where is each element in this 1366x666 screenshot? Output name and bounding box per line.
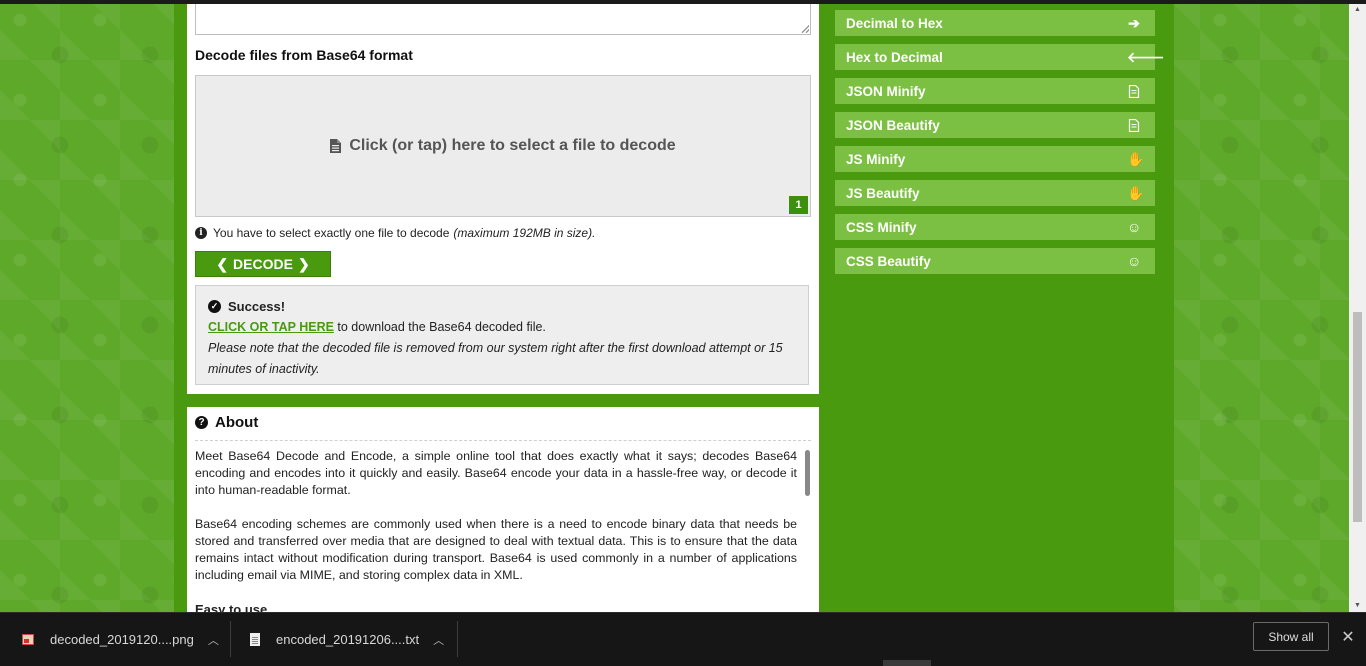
taskbar-indicator [883,660,931,666]
file-limit-info: i You have to select exactly one file to… [195,226,595,240]
scroll-up-arrow-icon[interactable]: ▲ [1349,4,1366,16]
decode-button[interactable]: ❮ DECODE ❯ [195,251,331,277]
sidebar-item-css-beautify[interactable]: CSS Beautify ☺ [835,248,1155,274]
decode-files-heading: Decode files from Base64 format [195,47,413,63]
file-code-icon [1128,118,1140,132]
text-input-area[interactable] [195,4,811,35]
smile-icon: ☺ [1127,253,1142,269]
smile-icon: ☺ [1127,219,1142,235]
file-count-badge: 1 [789,196,808,214]
divider [457,621,458,657]
file-code-icon [1128,84,1140,98]
removal-note: Please note that the decoded file is rem… [208,341,783,376]
sidebar-item-label: JS Minify [846,151,906,167]
decode-button-label: DECODE [233,256,293,272]
success-title: ✓ Success! [208,296,796,317]
scrollbar-thumb[interactable] [1353,312,1362,522]
sidebar-item-css-minify[interactable]: CSS Minify ☺ [835,214,1155,240]
show-all-button[interactable]: Show all [1253,622,1329,651]
hand-icon: ✋ [1127,184,1145,201]
sidebar-item-label: JSON Minify [846,83,926,99]
sidebar-item-label: CSS Beautify [846,253,931,269]
arrow-right-icon: ➔ [1128,14,1140,31]
download-filename: decoded_2019120....png [50,632,194,647]
chevron-up-icon[interactable]: ︿ [433,632,444,648]
info-icon: i [195,227,207,239]
sidebar-item-js-beautify[interactable]: JS Beautify ✋ [835,180,1155,206]
download-item[interactable]: decoded_2019120....png ︿ [22,613,219,666]
sidebar-item-label: JS Beautify [846,185,920,201]
about-title-text: About [215,414,259,431]
sidebar-item-json-beautify[interactable]: JSON Beautify [835,112,1155,138]
dropzone-label: Click (or tap) here to select a file to … [349,137,676,154]
sidebar-item-label: Hex to Decimal [846,49,943,65]
scroll-down-arrow-icon[interactable]: ▼ [1349,600,1366,612]
sidebar-item-json-minify[interactable]: JSON Minify [835,78,1155,104]
download-line-suffix: to download the Base64 decoded file. [333,320,546,334]
about-paragraph-1: Meet Base64 Decode and Encode, a simple … [195,449,797,497]
about-paragraph-2: Base64 encoding schemes are commonly use… [195,517,797,582]
check-circle-icon: ✓ [208,300,221,313]
divider [230,621,231,657]
hand-icon: ✋ [1127,150,1145,167]
chevron-up-icon[interactable]: ︿ [208,632,219,648]
about-text: Meet Base64 Decode and Encode, a simple … [195,448,797,618]
question-circle-icon: ? [195,416,208,429]
chevron-left-icon: ❮ [216,255,229,272]
file-dropzone[interactable]: Click (or tap) here to select a file to … [195,75,811,217]
sidebar-item-label: JSON Beautify [846,117,940,133]
about-divider [195,440,811,441]
sidebar-item-hex-to-decimal[interactable]: Hex to Decimal 🡐 [835,44,1165,70]
success-message: ✓ Success! CLICK OR TAP HERE to download… [195,285,809,385]
download-item[interactable]: encoded_20191206....txt ︿ [250,613,444,666]
sidebar-item-decimal-to-hex[interactable]: Decimal to Hex ➔ [835,10,1155,36]
file-icon [330,139,342,153]
tools-sidebar: Decimal to Hex ➔ Hex to Decimal 🡐 JSON M… [835,10,1165,282]
image-file-icon [22,634,34,645]
success-title-text: Success! [228,299,286,314]
close-icon[interactable]: ✕ [1340,627,1356,647]
info-text: You have to select exactly one file to d… [213,226,450,240]
sidebar-item-label: CSS Minify [846,219,917,235]
download-filename: encoded_20191206....txt [276,632,420,647]
sidebar-item-js-minify[interactable]: JS Minify ✋ [835,146,1155,172]
about-heading: ? About [195,414,258,431]
arrow-left-icon: 🡐 [1127,48,1165,65]
page-scrollbar[interactable]: ▲ ▼ [1349,4,1366,612]
resize-handle[interactable] [801,25,809,33]
text-file-icon [250,633,260,646]
chevron-right-icon: ❯ [297,255,310,272]
download-link[interactable]: CLICK OR TAP HERE [208,320,334,334]
about-scrollbar[interactable] [805,450,810,496]
download-line: CLICK OR TAP HERE to download the Base64… [208,317,796,338]
sidebar-item-label: Decimal to Hex [846,15,943,31]
info-limit: (maximum 192MB in size). [453,226,596,240]
download-shelf: decoded_2019120....png ︿ encoded_2019120… [0,612,1366,666]
